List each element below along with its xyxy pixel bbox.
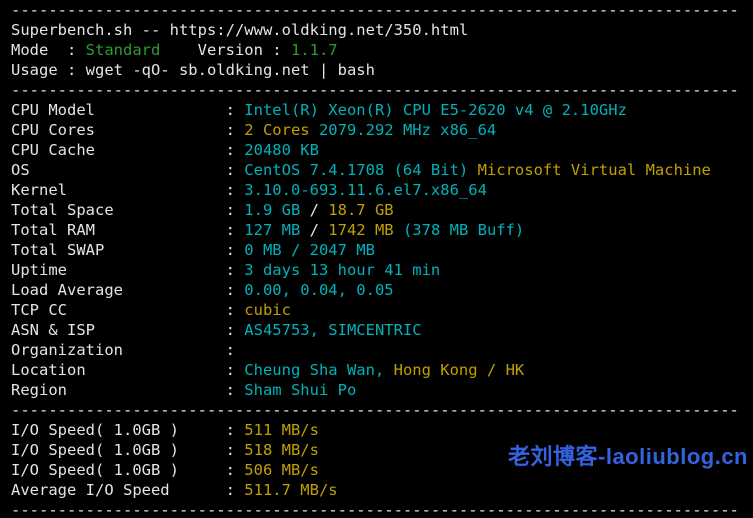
info-value-segment: cubic [244,301,291,319]
info-value-segment: Intel(R) Xeon(R) CPU E5-2620 v4 @ 2.10GH… [244,101,627,119]
text-segment: Version : [160,41,291,59]
colon-separator: : [226,101,245,119]
separator-top: ----------------------------------------… [11,0,753,20]
colon-separator: : [226,441,245,459]
info-label: I/O Speed( 1.0GB ) [11,420,226,440]
system-info-section: CPU Model: Intel(R) Xeon(R) CPU E5-2620 … [11,100,753,400]
info-value-segment: 20480 KB [244,141,319,159]
info-value-segment: 506 MB/s [244,461,319,479]
separator-bottom: ----------------------------------------… [11,500,753,518]
row-cpu-cache: CPU Cache: 20480 KB [11,140,753,160]
text-segment: Mode : [11,41,86,59]
info-value-segment: 2079.292 MHz x86_64 [310,121,497,139]
row-uptime: Uptime: 3 days 13 hour 41 min [11,260,753,280]
row-os: OS: CentOS 7.4.1708 (64 Bit) Microsoft V… [11,160,753,180]
text-segment: Standard [86,41,161,59]
info-value-segment: Microsoft Virtual Machine [468,161,711,179]
info-label: CPU Model [11,100,226,120]
info-value-segment: 1.9 GB [244,201,309,219]
info-value-segment: (378 MB Buff) [403,221,524,239]
row-average-i-o-speed: Average I/O Speed: 511.7 MB/s [11,480,753,500]
info-label: CPU Cores [11,120,226,140]
colon-separator: : [226,121,245,139]
colon-separator: : [226,141,245,159]
info-value-segment: 3.10.0-693.11.6.el7.x86_64 [244,181,487,199]
info-label: CPU Cache [11,140,226,160]
info-value-segment: CentOS 7.4.1708 (64 Bit) [244,161,468,179]
colon-separator: : [226,221,245,239]
info-value-segment: / [310,201,329,219]
info-value-segment: Sham Shui Po [244,381,356,399]
info-label: I/O Speed( 1.0GB ) [11,460,226,480]
row-total-swap: Total SWAP: 0 MB / 2047 MB [11,240,753,260]
info-value-segment: 18.7 GB [328,201,393,219]
info-label: TCP CC [11,300,226,320]
info-label: ASN & ISP [11,320,226,340]
row-tcp-cc: TCP CC: cubic [11,300,753,320]
info-value-segment: Hong Kong / HK [394,361,525,379]
colon-separator: : [226,301,245,319]
info-label: Load Average [11,280,226,300]
info-label: Location [11,360,226,380]
colon-separator: : [226,321,245,339]
colon-separator: : [226,461,245,479]
info-value-segment: 518 MB/s [244,441,319,459]
info-label: Total Space [11,200,226,220]
mode-version-line: Mode : Standard Version : 1.1.7 [11,40,753,60]
row-region: Region: Sham Shui Po [11,380,753,400]
info-label: Kernel [11,180,226,200]
colon-separator: : [226,361,245,379]
colon-separator: : [226,241,245,259]
colon-separator: : [226,421,245,439]
terminal-window: ----------------------------------------… [0,0,753,518]
row-cpu-model: CPU Model: Intel(R) Xeon(R) CPU E5-2620 … [11,100,753,120]
info-label: Total RAM [11,220,226,240]
info-label: Average I/O Speed [11,480,226,500]
info-value-segment: 127 MB [244,221,309,239]
row-total-ram: Total RAM: 127 MB / 1742 MB (378 MB Buff… [11,220,753,240]
info-value-segment: AS45753, SIMCENTRIC [244,321,421,339]
info-label: OS [11,160,226,180]
info-label: Uptime [11,260,226,280]
info-value-segment: 511.7 MB/s [244,481,337,499]
row-i-o-speed-1-0gb: I/O Speed( 1.0GB ): 511 MB/s [11,420,753,440]
info-label: Total SWAP [11,240,226,260]
row-kernel: Kernel: 3.10.0-693.11.6.el7.x86_64 [11,180,753,200]
usage-line: Usage : wget -qO- sb.oldking.net | bash [11,60,753,80]
info-value-segment: Cheung Sha Wan, [244,361,393,379]
colon-separator: : [226,341,245,359]
script-title: Superbench.sh -- https://www.oldking.net… [11,20,753,40]
info-label: Organization [11,340,226,360]
separator-after-header: ----------------------------------------… [11,80,753,100]
info-label: I/O Speed( 1.0GB ) [11,440,226,460]
colon-separator: : [226,181,245,199]
colon-separator: : [226,281,245,299]
info-label: Region [11,380,226,400]
row-organization: Organization: [11,340,753,360]
row-location: Location: Cheung Sha Wan, Hong Kong / HK [11,360,753,380]
colon-separator: : [226,261,245,279]
row-total-space: Total Space: 1.9 GB / 18.7 GB [11,200,753,220]
info-value-segment: 0.00, 0.04, 0.05 [244,281,393,299]
text-segment: 1.1.7 [291,41,338,59]
row-asn-isp: ASN & ISP: AS45753, SIMCENTRIC [11,320,753,340]
info-value-segment: 3 days 13 hour 41 min [244,261,440,279]
watermark: 老刘博客-laoliublog.cn [508,447,748,467]
colon-separator: : [226,481,245,499]
info-value-segment: 511 MB/s [244,421,319,439]
separator-before-io: ----------------------------------------… [11,400,753,420]
info-value-segment: 2 Cores [244,121,309,139]
info-value-segment: 0 MB / 2047 MB [244,241,375,259]
colon-separator: : [226,201,245,219]
row-load-average: Load Average: 0.00, 0.04, 0.05 [11,280,753,300]
info-value-segment: 1742 MB [328,221,403,239]
colon-separator: : [226,381,245,399]
info-value-segment: / [310,221,329,239]
row-cpu-cores: CPU Cores: 2 Cores 2079.292 MHz x86_64 [11,120,753,140]
colon-separator: : [226,161,245,179]
